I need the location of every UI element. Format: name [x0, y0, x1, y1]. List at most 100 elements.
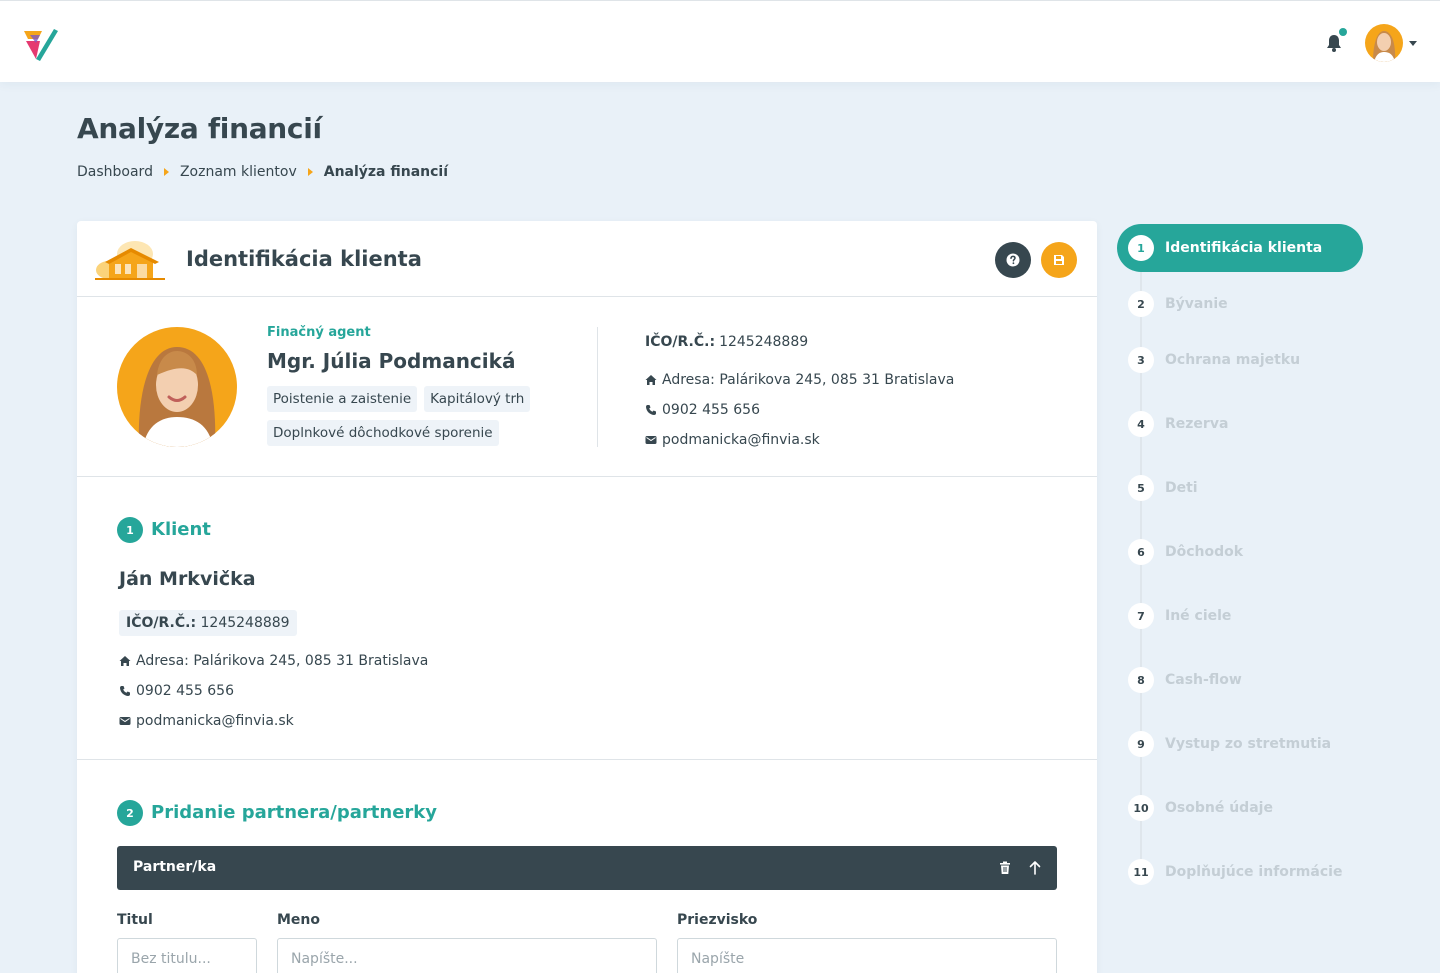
- help-button[interactable]: [995, 242, 1031, 278]
- progress-stepper: 1 Identifikácia klienta 2 Bývanie 3 Ochr…: [1117, 224, 1367, 924]
- step-label: Bývanie: [1165, 296, 1228, 312]
- step-number: 1: [1128, 235, 1154, 261]
- step-additional-info[interactable]: 11 Doplňujúce informácie: [1117, 848, 1363, 896]
- client-identification-card: Identifikácia klienta Finačný agent Mgr.…: [77, 221, 1097, 973]
- arrow-up-icon[interactable]: [1027, 860, 1043, 876]
- agent-address-text: Adresa: Palárikova 245, 085 31 Bratislav…: [662, 372, 955, 388]
- step-number: 10: [1128, 795, 1154, 821]
- save-icon: [1054, 255, 1064, 265]
- surname-input[interactable]: [677, 938, 1057, 973]
- step-number: 7: [1128, 603, 1154, 629]
- step-label: Identifikácia klienta: [1165, 240, 1323, 256]
- divider: [597, 327, 598, 447]
- agent-id-value: 1245248889: [719, 334, 809, 350]
- step-housing[interactable]: 2 Bývanie: [1117, 280, 1363, 328]
- client-id-value: 1245248889: [200, 615, 290, 631]
- agent-tag: Doplnkové dôchodkové sporenie: [267, 420, 499, 446]
- page-title: Analýza financií: [77, 112, 322, 145]
- step-label: Doplňujúce informácie: [1165, 864, 1343, 880]
- section-number: 2: [117, 800, 143, 826]
- step-label: Ochrana majetku: [1165, 352, 1301, 368]
- home-icon: [645, 375, 657, 385]
- user-menu-caret-icon[interactable]: [1409, 41, 1417, 46]
- step-number: 5: [1128, 475, 1154, 501]
- name-input[interactable]: [277, 938, 657, 973]
- card-title: Identifikácia klienta: [186, 247, 422, 271]
- step-label: Cash-flow: [1165, 672, 1242, 688]
- finvia-logo-icon[interactable]: [20, 25, 60, 63]
- agent-address: Adresa: Palárikova 245, 085 31 Bratislav…: [645, 372, 954, 388]
- step-label: Rezerva: [1165, 416, 1229, 432]
- agent-tags: Poistenie a zaistenie Kapitálový trh Dopln…: [267, 386, 557, 454]
- title-label: Titul: [117, 912, 153, 928]
- agent-id-label: IČO/R.Č.:: [645, 334, 716, 350]
- agent-role: Finačný agent: [267, 325, 371, 340]
- agent-phone: 0902 455 656: [645, 402, 760, 418]
- client-section: 1 Klient Ján Mrkvička IČO/R.Č.: 12452488…: [77, 477, 1097, 760]
- phone-icon: [646, 405, 656, 415]
- step-label: Iné ciele: [1165, 608, 1232, 624]
- surname-label: Priezvisko: [677, 912, 758, 928]
- save-button[interactable]: [1041, 242, 1077, 278]
- step-label: Dôchodok: [1165, 544, 1244, 560]
- step-label: Deti: [1165, 480, 1198, 496]
- step-meeting-output[interactable]: 9 Vystup zo stretmutia: [1117, 720, 1363, 768]
- step-number: 4: [1128, 411, 1154, 437]
- avatar-photo-icon: [1365, 24, 1403, 62]
- section-title: Pridanie partnera/partnerky: [151, 802, 437, 823]
- question-icon: [1006, 253, 1020, 267]
- step-identification[interactable]: 1 Identifikácia klienta: [1117, 224, 1363, 272]
- section-title: Klient: [151, 519, 211, 540]
- breadcrumb-separator-icon: [307, 168, 313, 176]
- notification-dot: [1339, 28, 1347, 36]
- client-name: Ján Mrkvička: [119, 568, 256, 590]
- step-children[interactable]: 5 Deti: [1117, 464, 1363, 512]
- step-number: 2: [1128, 291, 1154, 317]
- step-label: Osobné údaje: [1165, 800, 1273, 816]
- mail-icon: [645, 436, 657, 444]
- user-avatar[interactable]: [1365, 24, 1403, 62]
- client-phone-text[interactable]: 0902 455 656: [136, 683, 234, 699]
- bell-icon[interactable]: [1324, 33, 1344, 53]
- agent-id: IČO/R.Č.: 1245248889: [645, 334, 808, 350]
- step-number: 3: [1128, 347, 1154, 373]
- step-cash-flow[interactable]: 8 Cash-flow: [1117, 656, 1363, 704]
- client-id-label: IČO/R.Č.:: [126, 615, 197, 631]
- breadcrumb-client-list[interactable]: Zoznam klientov: [180, 164, 297, 180]
- client-address: Adresa: Palárikova 245, 085 31 Bratislav…: [119, 653, 428, 669]
- mail-icon: [119, 717, 131, 725]
- agent-tag: Kapitálový trh: [424, 386, 531, 412]
- step-pension[interactable]: 6 Dôchodok: [1117, 528, 1363, 576]
- agent-portrait-icon: [117, 327, 237, 447]
- card-header: Identifikácia klienta: [77, 221, 1097, 297]
- breadcrumb-dashboard[interactable]: Dashboard: [77, 164, 153, 180]
- breadcrumb-separator-icon: [163, 168, 169, 176]
- partner-accordion-header[interactable]: Partner/ka: [117, 846, 1057, 890]
- agent-email-text[interactable]: podmanicka@finvia.sk: [662, 432, 820, 448]
- breadcrumb-current: Analýza financií: [323, 164, 449, 180]
- trash-icon[interactable]: [997, 860, 1013, 876]
- partner-label: Partner/ka: [133, 859, 217, 875]
- title-input[interactable]: [117, 938, 257, 973]
- section-number: 1: [117, 517, 143, 543]
- name-label: Meno: [277, 912, 321, 928]
- breadcrumb: Dashboard Zoznam klientov Analýza financ…: [77, 164, 448, 180]
- top-bar: [0, 0, 1440, 82]
- agent-info: Finačný agent Mgr. Júlia Podmanciká Pois…: [77, 297, 1097, 477]
- house-illustration-icon: [95, 241, 165, 280]
- agent-email: podmanicka@finvia.sk: [645, 432, 820, 448]
- agent-phone-text[interactable]: 0902 455 656: [662, 402, 760, 418]
- step-other-goals[interactable]: 7 Iné ciele: [1117, 592, 1363, 640]
- home-icon: [119, 656, 131, 666]
- agent-tag: Poistenie a zaistenie: [267, 386, 418, 412]
- phone-icon: [120, 686, 130, 696]
- agent-photo: [117, 327, 237, 447]
- step-number: 6: [1128, 539, 1154, 565]
- client-phone: 0902 455 656: [119, 683, 234, 699]
- step-label: Vystup zo stretmutia: [1165, 736, 1332, 752]
- step-reserve[interactable]: 4 Rezerva: [1117, 400, 1363, 448]
- client-email-text[interactable]: podmanicka@finvia.sk: [136, 713, 294, 729]
- step-personal-data[interactable]: 10 Osobné údaje: [1117, 784, 1363, 832]
- step-property-protection[interactable]: 3 Ochrana majetku: [1117, 336, 1363, 384]
- client-email: podmanicka@finvia.sk: [119, 713, 294, 729]
